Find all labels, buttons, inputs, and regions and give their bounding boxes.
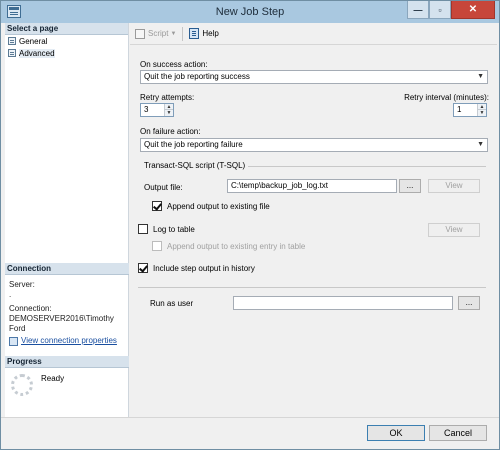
append-table-checkbox[interactable]: Append output to existing entry in table (152, 241, 305, 251)
help-label: Help (202, 29, 219, 38)
checkbox-box[interactable] (138, 224, 148, 234)
run-as-user-label: Run as user (150, 299, 194, 308)
tsql-section-label: Transact-SQL script (T-SQL) (144, 161, 246, 170)
retry-interval-label: Retry interval (minutes): (404, 93, 489, 102)
connection-value: DEMOSERVER2016\Timothy Ford (9, 314, 114, 333)
chevron-down-icon: ▼ (477, 73, 484, 80)
window-controls: — ▫ ✕ (407, 1, 495, 21)
progress-header: Progress (5, 356, 129, 368)
close-button[interactable]: ✕ (451, 1, 495, 19)
run-as-user-input[interactable] (233, 296, 453, 310)
script-label: Script (148, 29, 169, 38)
output-file-label: Output file: (144, 183, 183, 192)
retry-attempts-value: 3 (144, 105, 149, 114)
page-item-label: Advanced (19, 48, 55, 58)
toolbar: Script ▼ Help (130, 23, 497, 45)
left-panel: Select a page General Advanced Connectio… (5, 23, 129, 417)
retry-attempts-label: Retry attempts: (140, 93, 195, 102)
chevron-down-icon: ▼ (477, 141, 484, 148)
append-output-checkbox[interactable]: Append output to existing file (152, 201, 270, 211)
run-as-user-browse-button[interactable]: ... (458, 296, 480, 310)
checkbox-box[interactable] (138, 263, 148, 273)
on-failure-select[interactable]: Quit the job reporting failure ▼ (140, 138, 488, 152)
help-icon (189, 28, 200, 39)
view-connection-properties[interactable]: View connection properties (9, 336, 125, 346)
minimize-button[interactable]: — (407, 1, 429, 19)
on-failure-label: On failure action: (140, 127, 201, 136)
spin-down-icon[interactable]: ▼ (478, 110, 486, 116)
help-button[interactable]: Help (189, 28, 219, 39)
section-divider (138, 287, 486, 288)
script-icon (135, 28, 145, 39)
spin-down-icon[interactable]: ▼ (165, 110, 173, 116)
output-file-input[interactable]: C:\temp\backup_job_log.txt (227, 179, 397, 193)
checkbox-box[interactable] (152, 241, 162, 251)
on-success-value: Quit the job reporting success (144, 72, 250, 81)
chevron-down-icon[interactable]: ▼ (170, 31, 176, 37)
title-bar[interactable]: New Job Step — ▫ ✕ (1, 1, 499, 23)
on-success-label: On success action: (140, 60, 208, 69)
progress-status: Ready (41, 374, 65, 383)
section-divider (248, 166, 486, 167)
ok-button[interactable]: OK (367, 425, 425, 441)
advanced-page-content: Script ▼ Help On success action: Quit th… (130, 23, 497, 417)
progress-spinner-icon (11, 374, 33, 396)
server-value: . (9, 290, 12, 299)
progress-section: Progress Ready (5, 356, 129, 402)
log-to-table-label: Log to table (153, 224, 195, 234)
connection-header: Connection (5, 263, 129, 275)
append-table-label: Append output to existing entry in table (167, 241, 306, 251)
log-table-view-button[interactable]: View (428, 223, 480, 237)
select-page-header: Select a page (5, 23, 128, 35)
connection-properties-icon (9, 337, 18, 346)
script-button[interactable]: Script ▼ (135, 28, 176, 39)
view-connection-properties-link[interactable]: View connection properties (21, 336, 117, 346)
server-label: Server: (9, 280, 35, 289)
on-failure-value: Quit the job reporting failure (144, 140, 243, 149)
page-item-advanced[interactable]: Advanced (5, 47, 128, 59)
log-to-table-checkbox[interactable]: Log to table (138, 224, 195, 234)
output-file-view-button[interactable]: View (428, 179, 480, 193)
new-job-step-dialog: New Job Step — ▫ ✕ Select a page General… (0, 0, 500, 450)
output-file-value: C:\temp\backup_job_log.txt (231, 181, 328, 190)
include-history-checkbox[interactable]: Include step output in history (138, 263, 255, 273)
checkbox-box[interactable] (152, 201, 162, 211)
output-file-browse-button[interactable]: ... (399, 179, 421, 193)
retry-attempts-stepper[interactable]: 3 ▲ ▼ (140, 103, 174, 117)
cancel-button[interactable]: Cancel (429, 425, 487, 441)
page-icon (8, 37, 16, 45)
include-history-label: Include step output in history (153, 263, 255, 273)
maximize-button[interactable]: ▫ (429, 1, 451, 19)
on-success-select[interactable]: Quit the job reporting success ▼ (140, 70, 488, 84)
connection-label: Connection: (9, 304, 52, 313)
page-item-label: General (19, 36, 48, 46)
dialog-button-bar: OK Cancel (1, 417, 499, 449)
retry-interval-stepper[interactable]: 1 ▲ ▼ (453, 103, 487, 117)
append-output-label: Append output to existing file (167, 201, 270, 211)
toolbar-separator (182, 26, 184, 41)
page-icon (8, 49, 16, 57)
retry-interval-value: 1 (457, 105, 462, 114)
page-item-general[interactable]: General (5, 35, 128, 47)
connection-section: Connection Server: . Connection: DEMOSER… (5, 263, 129, 351)
